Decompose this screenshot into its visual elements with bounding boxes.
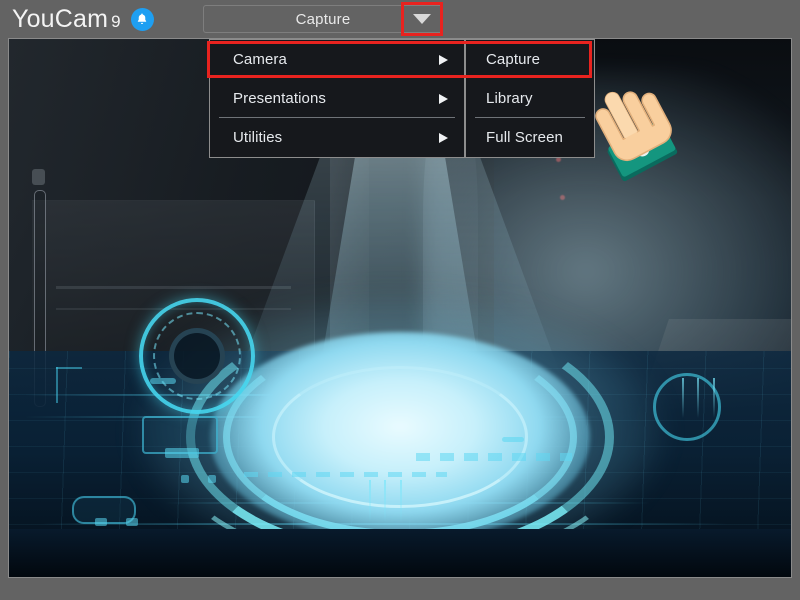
submenu-item-label: Full Screen	[486, 129, 563, 146]
main-dropdown-menu: Camera Presentations Utilities	[209, 39, 465, 158]
bell-icon[interactable]	[130, 7, 154, 31]
menu-item-label: Utilities	[233, 129, 283, 146]
chevron-down-icon[interactable]	[401, 2, 443, 36]
chevron-down-glyph	[413, 14, 431, 24]
menu-item-camera[interactable]: Camera	[210, 40, 464, 79]
app-logo: YouCam 9	[12, 4, 121, 33]
capture-mode-label: Capture	[295, 10, 351, 28]
app-version: 9	[111, 11, 121, 31]
top-toolbar: YouCam 9 Capture	[0, 0, 800, 38]
submenu-item-label: Capture	[486, 51, 541, 68]
chevron-right-icon	[439, 93, 448, 104]
app-name: YouCam	[12, 4, 109, 33]
menu-item-utilities[interactable]: Utilities	[210, 118, 464, 157]
youcam-window: YouCam 9 Capture Camera Presentations Ut…	[0, 0, 800, 600]
menu-item-label: Camera	[233, 51, 287, 68]
pointing-hand-cursor	[562, 64, 682, 184]
chevron-right-icon	[439, 54, 448, 65]
menu-item-presentations[interactable]: Presentations	[210, 79, 464, 118]
chevron-right-icon	[439, 132, 448, 143]
submenu-item-label: Library	[486, 90, 533, 107]
menu-item-label: Presentations	[233, 90, 327, 107]
